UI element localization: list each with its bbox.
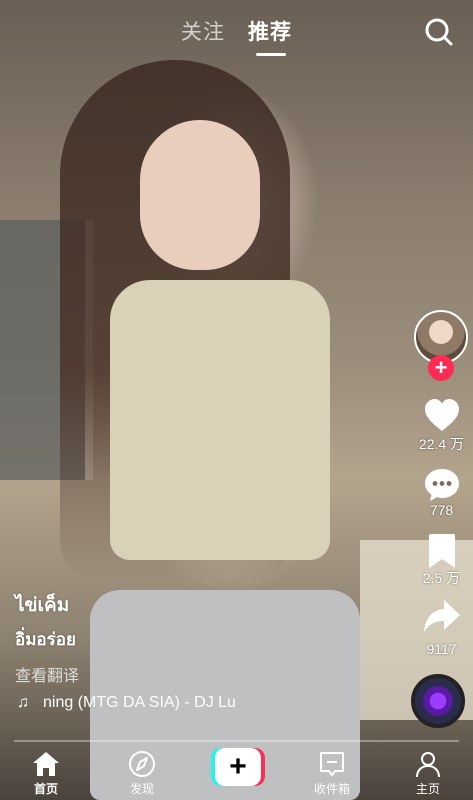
share-icon[interactable] [422, 596, 462, 636]
bookmark-icon[interactable] [422, 531, 462, 571]
video-subject-top [110, 280, 330, 560]
plus-icon: + [215, 748, 261, 786]
video-progress-bar[interactable] [14, 740, 459, 742]
follow-plus-icon[interactable]: + [428, 355, 454, 381]
music-info[interactable]: ♫ ning (MTG DA SIA) - DJ Lu [17, 694, 262, 716]
nav-home[interactable]: 首页 [16, 750, 76, 797]
favorite-count: 2.5 万 [422, 570, 461, 586]
top-bar: 关注 推荐 [0, 0, 473, 62]
tab-recommended[interactable]: 推荐 [248, 16, 292, 46]
nav-profile[interactable]: 主页 [398, 750, 458, 797]
heart-icon[interactable] [422, 396, 462, 436]
active-tab-indicator [256, 53, 286, 56]
inbox-icon [320, 752, 344, 776]
caption-line-2: อิ่มอร่อย [15, 630, 76, 649]
like-count: 22.4 万 [418, 436, 465, 452]
nav-home-label: 首页 [33, 782, 58, 796]
video-screen[interactable]: 关注 推荐 + 22.4 万 778 2.5 万 9117 ไข่เค็ม อิ… [0, 0, 473, 800]
translate-link[interactable]: 查看翻译 [15, 662, 79, 686]
nav-discover[interactable]: 发现 [112, 750, 172, 797]
caption-line-1: ไข่เค็ม [15, 595, 70, 616]
music-disc[interactable] [411, 674, 465, 728]
nav-inbox[interactable]: 收件箱 [302, 750, 362, 797]
home-icon [33, 752, 59, 776]
tab-following[interactable]: 关注 [181, 16, 225, 46]
music-title: ning (MTG DA SIA) - DJ Lu [43, 694, 236, 711]
profile-icon [416, 752, 440, 778]
video-subject-face [140, 120, 260, 270]
nav-profile-label: 主页 [415, 782, 440, 796]
share-count: 9117 [426, 641, 457, 657]
search-icon[interactable] [424, 17, 454, 47]
nav-discover-label: 发现 [129, 782, 154, 796]
comment-count: 778 [429, 502, 454, 518]
music-note-icon: ♫ [17, 694, 29, 711]
comment-icon[interactable] [422, 465, 462, 505]
create-button[interactable]: + [211, 748, 265, 786]
nav-inbox-label: 收件箱 [313, 782, 350, 796]
compass-icon [129, 751, 155, 777]
